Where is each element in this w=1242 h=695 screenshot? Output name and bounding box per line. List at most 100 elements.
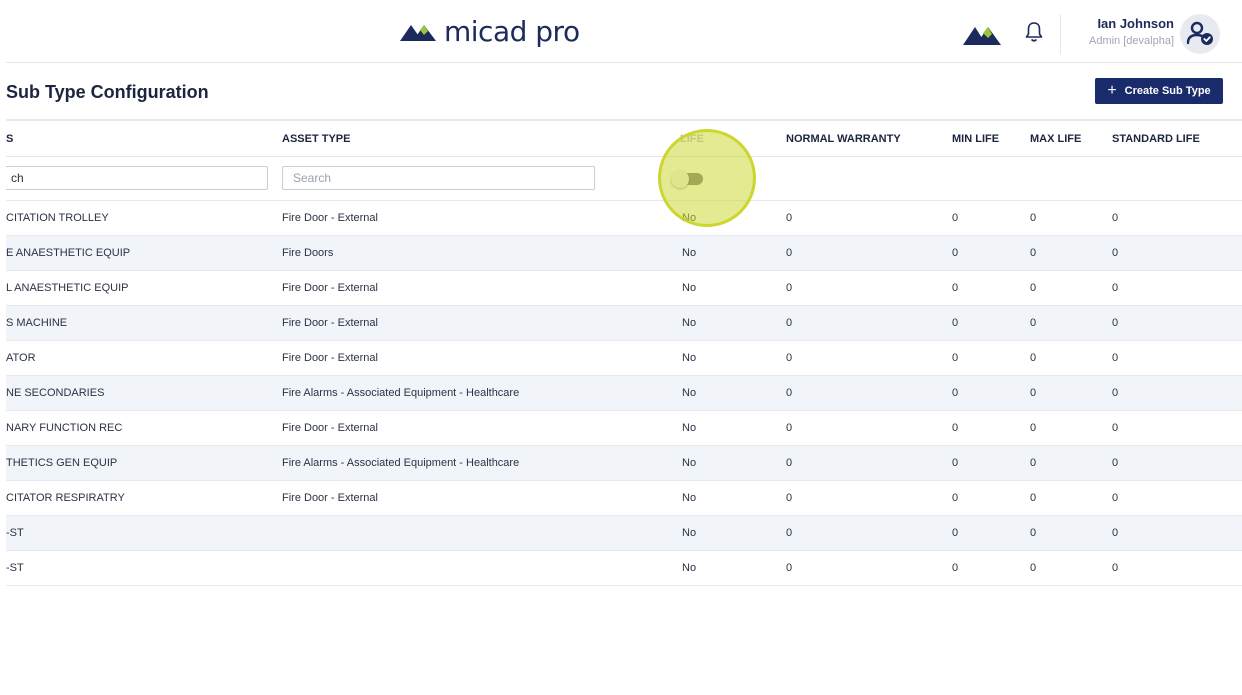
cell-name: CITATION TROLLEY [6, 212, 109, 224]
life-filter-toggle[interactable] [671, 170, 703, 188]
user-check-icon [1186, 21, 1213, 45]
name-search-input[interactable] [6, 166, 268, 190]
cell-max-life: 0 [1030, 562, 1037, 574]
cell-max-life: 0 [1030, 527, 1037, 539]
asset-type-search-input[interactable] [282, 166, 595, 190]
cell-asset-type: Fire Door - External [282, 492, 378, 504]
cell-normal-warranty: 0 [786, 317, 793, 329]
top-bar: micad pro Ian Johnson Admin [devalpha] [6, 4, 1242, 63]
table-row[interactable]: L ANAESTHETIC EQUIP Fire Door - External N… [6, 270, 1242, 305]
cell-life: No [682, 282, 697, 294]
cell-normal-warranty: 0 [786, 492, 793, 504]
column-header-standard-life[interactable]: STANDARD LIFE [1112, 133, 1200, 145]
cell-min-life: 0 [952, 212, 959, 224]
column-header-max-life[interactable]: MAX LIFE [1030, 133, 1081, 145]
user-info[interactable]: Ian Johnson Admin [devalpha] [1072, 16, 1174, 49]
cell-normal-warranty: 0 [786, 527, 793, 539]
cell-standard-life: 0 [1112, 527, 1119, 539]
cell-min-life: 0 [952, 422, 959, 434]
bell-icon[interactable] [1024, 21, 1044, 43]
header-divider [1060, 14, 1061, 54]
table-row[interactable]: THETICS GEN EQUIP Fire Alarms - Associate… [6, 445, 1242, 480]
cell-max-life: 0 [1030, 492, 1037, 504]
cell-max-life: 0 [1030, 422, 1037, 434]
table-row[interactable]: CITATION TROLLEY Fire Door - External No 0 0… [6, 200, 1242, 235]
cell-standard-life: 0 [1112, 492, 1119, 504]
cell-min-life: 0 [952, 387, 959, 399]
column-header-asset-type[interactable]: ASSET TYPE [282, 133, 350, 145]
cell-life: No [682, 212, 697, 224]
column-header-life[interactable]: LIFE [680, 133, 704, 145]
cell-name: -ST [6, 562, 24, 574]
column-header-min-life[interactable]: MIN LIFE [952, 133, 999, 145]
table-row[interactable]: CITATOR RESPIRATRY Fire Door - External No… [6, 480, 1242, 515]
cell-standard-life: 0 [1112, 352, 1119, 364]
cell-life: No [682, 317, 697, 329]
cell-min-life: 0 [952, 352, 959, 364]
cell-normal-warranty: 0 [786, 282, 793, 294]
cell-min-life: 0 [952, 562, 959, 574]
table-body: CITATION TROLLEY Fire Door - External No 0 0… [6, 200, 1242, 586]
cell-name: NE SECONDARIES [6, 387, 105, 399]
cell-life: No [682, 352, 697, 364]
create-sub-type-button[interactable]: + Create Sub Type [1095, 78, 1223, 104]
page-title: Sub Type Configuration [6, 82, 209, 102]
cell-life: No [682, 527, 697, 539]
table-row[interactable]: NARY FUNCTION REC Fire Door - External No 0… [6, 410, 1242, 445]
cell-min-life: 0 [952, 317, 959, 329]
micad-logo-icon [400, 25, 436, 41]
cell-standard-life: 0 [1112, 422, 1119, 434]
cell-max-life: 0 [1030, 212, 1037, 224]
cell-max-life: 0 [1030, 247, 1037, 259]
cell-asset-type: Fire Alarms - Associated Equipment - Hea… [282, 387, 520, 399]
cell-normal-warranty: 0 [786, 247, 793, 259]
cell-standard-life: 0 [1112, 387, 1119, 399]
cell-name: CITATOR RESPIRATRY [6, 492, 125, 504]
cell-asset-type: Fire Door - External [282, 282, 378, 294]
cell-normal-warranty: 0 [786, 562, 793, 574]
avatar[interactable] [1180, 14, 1220, 54]
plus-icon: + [1107, 82, 1117, 99]
cell-min-life: 0 [952, 247, 959, 259]
app-logo[interactable]: micad pro [400, 17, 580, 47]
table-row[interactable]: -ST No 0 0 0 0 [6, 550, 1242, 586]
table-row[interactable]: E ANAESTHETIC EQUIP Fire Doors No 0 0 0 0 [6, 235, 1242, 270]
cell-standard-life: 0 [1112, 562, 1119, 574]
column-header-name[interactable]: S [6, 133, 13, 145]
cell-normal-warranty: 0 [786, 212, 793, 224]
header-divider-line [6, 156, 1242, 157]
cell-name: L ANAESTHETIC EQUIP [6, 282, 129, 294]
cell-asset-type: Fire Alarms - Associated Equipment - Hea… [282, 457, 520, 469]
cell-name: S MACHINE [6, 317, 68, 329]
cell-standard-life: 0 [1112, 282, 1119, 294]
table-row[interactable]: ATOR Fire Door - External No 0 0 0 0 [6, 340, 1242, 375]
cell-standard-life: 0 [1112, 457, 1119, 469]
cell-min-life: 0 [952, 492, 959, 504]
cell-max-life: 0 [1030, 317, 1037, 329]
cell-asset-type: Fire Doors [282, 247, 334, 259]
cell-max-life: 0 [1030, 387, 1037, 399]
cell-asset-type: Fire Door - External [282, 352, 378, 364]
cell-max-life: 0 [1030, 282, 1037, 294]
cell-life: No [682, 492, 697, 504]
cell-standard-life: 0 [1112, 247, 1119, 259]
column-header-normal-warranty[interactable]: NORMAL WARRANTY [786, 133, 901, 145]
cell-life: No [682, 422, 697, 434]
cell-standard-life: 0 [1112, 212, 1119, 224]
cell-name: THETICS GEN EQUIP [6, 457, 118, 469]
cell-name: NARY FUNCTION REC [6, 422, 123, 434]
cell-normal-warranty: 0 [786, 387, 793, 399]
cell-life: No [682, 562, 697, 574]
table-top-divider [6, 119, 1242, 121]
cell-asset-type: Fire Door - External [282, 212, 378, 224]
table-row[interactable]: NE SECONDARIES Fire Alarms - Associated E… [6, 375, 1242, 410]
cell-asset-type: Fire Door - External [282, 422, 378, 434]
cell-life: No [682, 457, 697, 469]
table-row[interactable]: -ST No 0 0 0 0 [6, 515, 1242, 550]
cell-name: E ANAESTHETIC EQUIP [6, 247, 131, 259]
cell-max-life: 0 [1030, 352, 1037, 364]
table-row[interactable]: S MACHINE Fire Door - External No 0 0 0 0 [6, 305, 1242, 340]
cell-name: -ST [6, 527, 24, 539]
cell-life: No [682, 247, 697, 259]
toggle-knob [671, 170, 689, 188]
